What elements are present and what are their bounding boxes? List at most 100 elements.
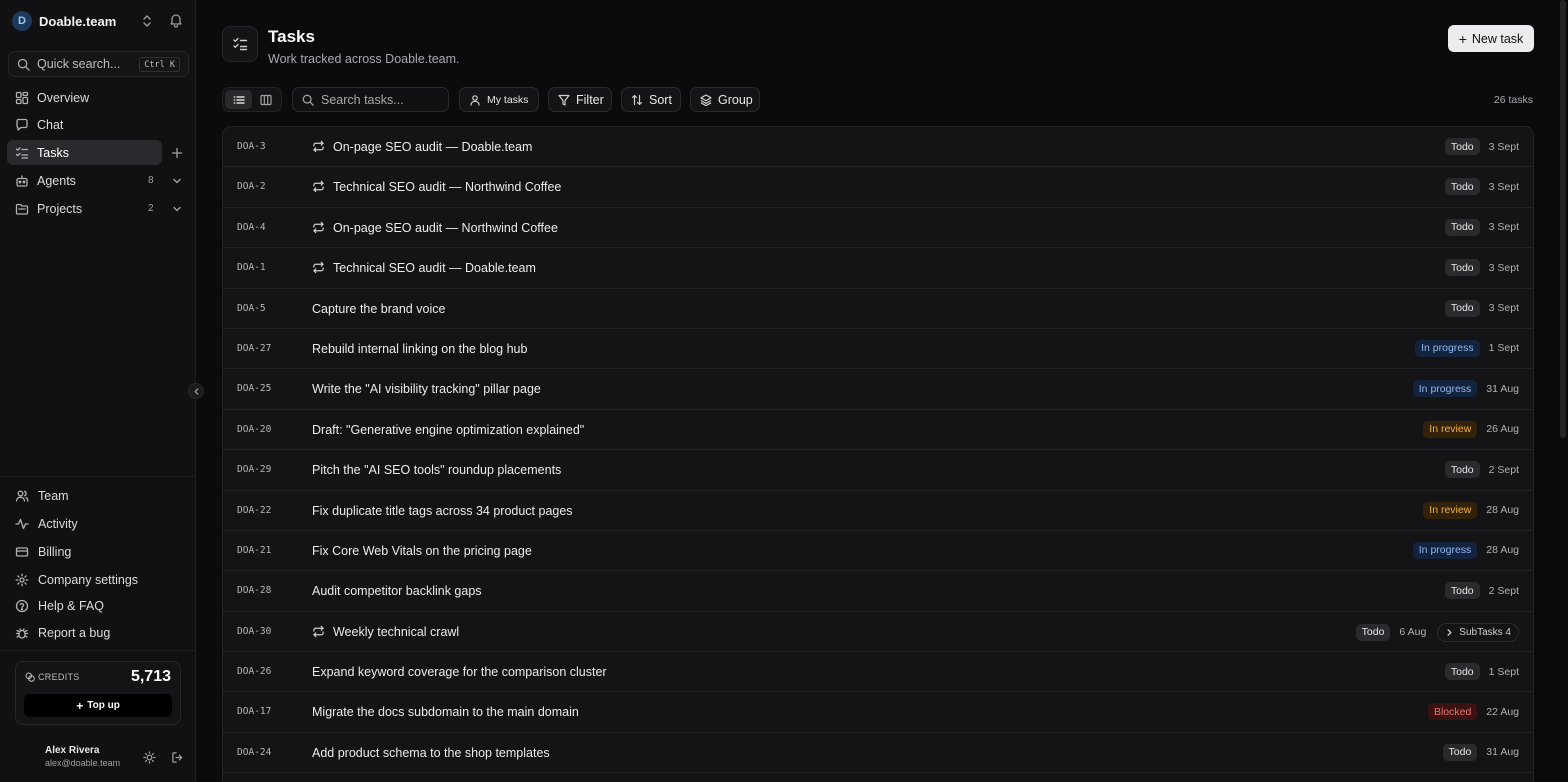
task-row[interactable]: DOA-28 Audit competitor backlink gaps Todo… xyxy=(223,571,1533,612)
task-title[interactable]: Fix Core Web Vitals on the pricing page xyxy=(312,544,532,558)
chevron-down-icon[interactable] xyxy=(171,175,183,187)
task-title[interactable]: Technical SEO audit — Northwind Coffee xyxy=(333,180,561,194)
task-id: DOA-26 xyxy=(237,666,272,678)
status-badge[interactable]: Todo xyxy=(1444,461,1480,479)
task-row[interactable]: DOA-24 Add product schema to the shop tem… xyxy=(223,733,1533,774)
task-row[interactable]: DOA-4 On-page SEO audit — Northwind Coffe… xyxy=(223,208,1533,249)
task-date: 2 Sept xyxy=(1488,584,1519,597)
task-title[interactable]: Pitch the "AI SEO tools" roundup placeme… xyxy=(312,463,561,477)
task-title[interactable]: Audit competitor backlink gaps xyxy=(312,584,482,598)
status-badge[interactable]: Todo xyxy=(1444,582,1480,600)
task-title[interactable]: Fix duplicate title tags across 34 produ… xyxy=(312,504,573,518)
task-row[interactable]: DOA-21 Fix Core Web Vitals on the pricing… xyxy=(223,531,1533,572)
user-profile[interactable]: Alex Rivera alex@doable.team xyxy=(45,745,120,768)
nav-agents-label: Agents xyxy=(37,173,76,188)
task-row[interactable]: DOA-2 Technical SEO audit — Northwind Cof… xyxy=(223,167,1533,208)
task-title[interactable]: Capture the brand voice xyxy=(312,302,445,316)
sidebar-collapse-button[interactable] xyxy=(188,383,204,399)
nav-team[interactable]: Team xyxy=(7,484,182,508)
task-row[interactable]: DOA-29 Pitch the "AI SEO tools" roundup p… xyxy=(223,450,1533,491)
status-badge[interactable]: In review xyxy=(1423,501,1478,519)
chevron-down-icon[interactable] xyxy=(171,203,183,215)
chevron-up-down-icon[interactable] xyxy=(140,13,154,29)
task-meta: Todo 2 Sept xyxy=(1444,582,1519,600)
status-badge[interactable]: In progress xyxy=(1412,380,1478,398)
filter-button[interactable]: Filter xyxy=(548,87,612,112)
task-search[interactable] xyxy=(292,87,449,112)
task-id: DOA-25 xyxy=(237,383,272,395)
nav-help[interactable]: Help & FAQ xyxy=(7,594,182,618)
my-tasks-button[interactable]: My tasks xyxy=(459,87,539,112)
task-title[interactable]: Rebuild internal linking on the blog hub xyxy=(312,342,527,356)
task-title[interactable]: Technical SEO audit — Doable.team xyxy=(333,261,536,275)
plus-icon: + xyxy=(76,698,84,713)
task-id: DOA-29 xyxy=(237,464,272,476)
scrollbar[interactable] xyxy=(1560,0,1566,438)
nav-chat[interactable]: Chat xyxy=(7,112,162,137)
bell-icon[interactable] xyxy=(168,12,184,28)
status-badge[interactable]: Todo xyxy=(1444,178,1480,196)
task-title[interactable]: Write the "AI visibility tracking" pilla… xyxy=(312,382,541,396)
logout-icon[interactable] xyxy=(171,751,184,764)
status-badge[interactable]: In review xyxy=(1423,420,1478,438)
top-up-button[interactable]: + Top up xyxy=(24,694,172,717)
task-title[interactable]: Expand keyword coverage for the comparis… xyxy=(312,665,607,679)
task-meta: In progress 31 Aug xyxy=(1412,380,1519,398)
nav-agents[interactable]: Agents xyxy=(7,168,162,193)
task-title[interactable]: On-page SEO audit — Northwind Coffee xyxy=(333,221,558,235)
task-row[interactable]: DOA-20 Draft: "Generative engine optimiza… xyxy=(223,410,1533,451)
task-search-input[interactable] xyxy=(321,92,441,107)
page-title: Tasks xyxy=(268,27,315,46)
sort-button[interactable]: Sort xyxy=(621,87,681,112)
sort-arrows-icon xyxy=(631,94,643,105)
sidebar-divider xyxy=(0,650,195,651)
nav-tasks[interactable]: Tasks xyxy=(7,140,162,165)
nav-projects[interactable]: Projects xyxy=(7,196,162,221)
task-row[interactable]: DOA-22 Fix duplicate title tags across 34… xyxy=(223,491,1533,531)
task-title[interactable]: On-page SEO audit — Doable.team xyxy=(333,140,532,154)
status-badge[interactable]: Todo xyxy=(1355,623,1391,641)
group-button[interactable]: Group xyxy=(690,87,760,112)
board-view-button[interactable] xyxy=(252,90,279,109)
task-row[interactable]: DOA-27 Rebuild internal linking on the bl… xyxy=(223,329,1533,370)
task-row[interactable]: DOA-17 Migrate the docs subdomain to the … xyxy=(223,692,1533,733)
sun-icon[interactable] xyxy=(143,751,156,764)
task-row[interactable]: DOA-25 Write the "AI visibility tracking"… xyxy=(223,369,1533,410)
task-title[interactable]: Weekly technical crawl xyxy=(333,625,459,639)
status-badge[interactable]: In progress xyxy=(1415,339,1480,357)
nav-overview[interactable]: Overview xyxy=(7,85,162,110)
nav-company-settings[interactable]: Company settings xyxy=(7,568,182,592)
status-badge[interactable]: Todo xyxy=(1444,218,1480,236)
task-title[interactable]: Draft: "Generative engine optimization e… xyxy=(312,423,584,437)
task-title[interactable]: Migrate the docs subdomain to the main d… xyxy=(312,705,579,719)
task-row[interactable]: DOA-3 On-page SEO audit — Doable.team Todo… xyxy=(223,127,1533,168)
status-badge[interactable]: Blocked xyxy=(1427,703,1478,721)
quick-search[interactable]: Quick search... Ctrl K xyxy=(8,51,189,77)
new-task-label: New task xyxy=(1471,31,1524,46)
nav-company-settings-label: Company settings xyxy=(38,573,139,587)
nav-report-bug[interactable]: Report a bug xyxy=(7,621,182,645)
status-badge[interactable]: Todo xyxy=(1444,259,1480,277)
nav-billing-label: Billing xyxy=(38,545,72,559)
list-view-button[interactable] xyxy=(225,90,252,109)
task-row[interactable]: DOA-30 Weekly technical crawl Todo 6 Aug Sub… xyxy=(223,612,1533,653)
status-badge[interactable]: Todo xyxy=(1442,743,1478,761)
nav-billing[interactable]: Billing xyxy=(7,540,182,564)
status-badge[interactable]: Todo xyxy=(1444,138,1480,155)
credits-label-row: CREDITS xyxy=(25,672,80,682)
columns-icon xyxy=(259,94,272,105)
new-task-button[interactable]: + New task xyxy=(1448,25,1534,52)
subtasks-toggle[interactable]: SubTasks 4 xyxy=(1437,622,1519,642)
status-badge[interactable]: Todo xyxy=(1444,299,1480,317)
status-badge[interactable]: In progress xyxy=(1412,541,1478,559)
group-label: Group xyxy=(718,92,753,107)
task-id: DOA-24 xyxy=(237,746,272,758)
task-row[interactable]: DOA-26 Expand keyword coverage for the co… xyxy=(223,652,1533,693)
task-row[interactable]: DOA-5 Capture the brand voice Todo 3 Sept xyxy=(223,289,1533,329)
status-badge[interactable]: Todo xyxy=(1444,663,1480,681)
workspace-switcher[interactable]: D Doable.team xyxy=(12,10,184,32)
task-title[interactable]: Add product schema to the shop templates xyxy=(312,746,550,760)
nav-activity[interactable]: Activity xyxy=(7,512,182,536)
add-task-plus-icon[interactable] xyxy=(171,147,183,159)
task-row[interactable]: DOA-1 Technical SEO audit — Doable.team To… xyxy=(223,248,1533,289)
